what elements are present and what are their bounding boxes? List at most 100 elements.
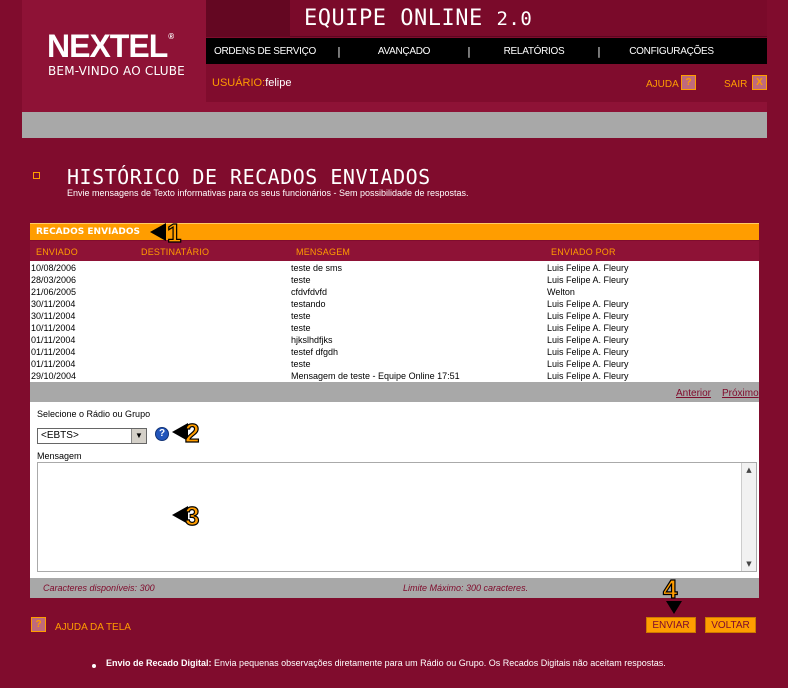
table-cell-message: teste — [291, 323, 311, 333]
callout-number: 3 — [185, 501, 199, 531]
table-cell-date: 01/11/2004 — [31, 347, 76, 357]
column-header-destinatario: DESTINATÁRIO — [141, 247, 210, 257]
table-cell-sender: Luis Felipe A. Fleury — [547, 335, 629, 345]
help-icon[interactable]: ? — [681, 75, 696, 90]
radio-group-select-value: <EBTS> — [41, 430, 79, 441]
table-cell-message: testef dfgdh — [291, 347, 339, 357]
table-cell-sender: Luis Felipe A. Fleury — [547, 323, 629, 333]
table-cell-date: 21/06/2005 — [31, 287, 77, 297]
table-cell-sender: Welton — [547, 287, 575, 297]
table-cell-message: cfdvfdvfd — [291, 287, 328, 297]
textarea-scrollbar[interactable]: ▲ ▼ — [741, 463, 756, 571]
logo-registered-mark: ® — [168, 32, 174, 41]
help-screen-icon[interactable]: ? — [31, 617, 46, 632]
panel-header-label: RECADOS ENVIADOS — [36, 227, 140, 237]
callout-arrow-icon: 2 — [172, 417, 200, 449]
table-cell-sender: Luis Felipe A. Fleury — [547, 371, 629, 381]
messages-table-body — [30, 261, 759, 382]
help-link[interactable]: AJUDA — [646, 79, 679, 90]
radio-select-label: Selecione o Rádio ou Grupo — [37, 409, 151, 419]
nav-item-relatorios[interactable]: RELATÓRIOS — [484, 46, 584, 57]
main-nav: ORDENS DE SERVIÇO | AVANÇADO | RELATÓRIO… — [206, 38, 767, 64]
nav-separator: | — [337, 44, 341, 58]
header-bottom-strip — [22, 102, 767, 112]
header-block-decoration — [206, 0, 290, 37]
table-cell-message: hjkslhdfjks — [291, 335, 333, 345]
column-header-enviado-por: ENVIADO POR — [551, 247, 616, 257]
nav-item-avancado[interactable]: AVANÇADO — [354, 46, 454, 57]
pager-bar — [30, 386, 759, 402]
max-limit: Limite Máximo: 300 caracteres. — [403, 583, 528, 593]
pager-next-link[interactable]: Próximo — [722, 388, 759, 399]
column-header-enviado: ENVIADO — [36, 247, 78, 257]
info-title: Envio de Recado Digital: — [106, 658, 212, 668]
column-header-mensagem: MENSAGEM — [296, 247, 351, 257]
table-cell-message: teste — [291, 359, 311, 369]
table-cell-date: 30/11/2004 — [31, 311, 76, 321]
help-circle-icon[interactable]: ? — [155, 427, 169, 441]
table-cell-message: teste de sms — [291, 263, 343, 273]
info-note: Envio de Recado Digital: Envia pequenas … — [106, 658, 666, 668]
gray-toolbar — [22, 112, 767, 138]
user-label: USUÁRIO: — [212, 77, 266, 89]
table-cell-sender: Luis Felipe A. Fleury — [547, 299, 629, 309]
send-button[interactable]: ENVIAR — [646, 617, 696, 633]
table-cell-date: 10/11/2004 — [31, 323, 76, 333]
info-description: Envia pequenas observações diretamente p… — [214, 658, 666, 668]
table-cell-sender: Luis Felipe A. Fleury — [547, 263, 629, 273]
message-textarea[interactable]: ▲ ▼ — [37, 462, 757, 572]
message-label: Mensagem — [37, 451, 82, 461]
callout-arrow-icon: 1 — [150, 217, 182, 249]
max-limit-label: Limite Máximo: — [403, 583, 464, 593]
back-button[interactable]: VOLTAR — [705, 617, 756, 633]
app-title: EQUIPE ONLINE 2.0 — [304, 6, 532, 31]
app-title-text: EQUIPE ONLINE — [304, 6, 483, 31]
table-cell-date: 01/11/2004 — [31, 335, 76, 345]
help-screen-link[interactable]: AJUDA DA TELA — [55, 622, 131, 633]
radio-group-select[interactable]: <EBTS> ▼ — [37, 428, 147, 444]
exit-link[interactable]: SAIR — [724, 79, 747, 90]
user-name: felipe — [265, 77, 292, 89]
logo-text: NEXTEL — [47, 28, 168, 64]
scroll-up-icon[interactable]: ▲ — [742, 463, 756, 477]
title-bullet-icon — [33, 172, 40, 179]
table-cell-date: 30/11/2004 — [31, 299, 76, 309]
chevron-down-icon[interactable]: ▼ — [131, 429, 146, 443]
table-cell-message: teste — [291, 311, 311, 321]
table-cell-sender: Luis Felipe A. Fleury — [547, 359, 629, 369]
app-version: 2.0 — [496, 8, 533, 30]
callout-number: 2 — [185, 418, 199, 448]
close-icon[interactable]: X — [752, 75, 767, 90]
table-cell-message: testando — [291, 299, 326, 309]
chars-available-label: Caracteres disponíveis: — [43, 583, 138, 593]
callout-1: 1 — [150, 217, 190, 249]
callout-arrow-icon: 3 — [172, 500, 200, 532]
logo-tagline: BEM-VINDO AO CLUBE — [48, 64, 185, 78]
nav-item-configuracoes[interactable]: CONFIGURAÇÕES — [614, 46, 729, 57]
table-cell-sender: Luis Felipe A. Fleury — [547, 347, 629, 357]
table-cell-sender: Luis Felipe A. Fleury — [547, 311, 629, 321]
chars-available-value: 300 — [139, 583, 155, 593]
callout-arrow-icon: 4 — [662, 573, 682, 614]
max-limit-value: 300 caracteres. — [466, 583, 529, 593]
callout-3: 3 — [172, 500, 212, 532]
table-cell-date: 29/10/2004 — [31, 371, 77, 381]
nav-item-ordens-de-servico[interactable]: ORDENS DE SERVIÇO — [206, 46, 324, 57]
nav-separator: | — [597, 44, 601, 58]
page-title: HISTÓRICO DE RECADOS ENVIADOS — [67, 165, 431, 189]
page-subtitle: Envie mensagens de Texto informativas pa… — [67, 188, 469, 198]
nextel-logo: NEXTEL® — [47, 28, 174, 65]
user-info: USUÁRIO:felipe — [212, 77, 291, 89]
chars-available: Caracteres disponíveis: 300 — [43, 583, 155, 593]
pager-previous-link[interactable]: Anterior — [676, 388, 711, 399]
callout-number: 4 — [663, 574, 678, 604]
scroll-down-icon[interactable]: ▼ — [742, 557, 756, 571]
info-bullet — [92, 664, 96, 668]
table-cell-message: teste — [291, 275, 311, 285]
table-cell-date: 10/08/2006 — [31, 263, 77, 273]
table-cell-message: Mensagem de teste - Equipe Online 17:51 — [291, 371, 460, 381]
table-cell-date: 28/03/2006 — [31, 275, 77, 285]
callout-number: 1 — [167, 218, 181, 248]
callout-2: 2 — [172, 417, 212, 449]
table-header — [30, 241, 759, 261]
